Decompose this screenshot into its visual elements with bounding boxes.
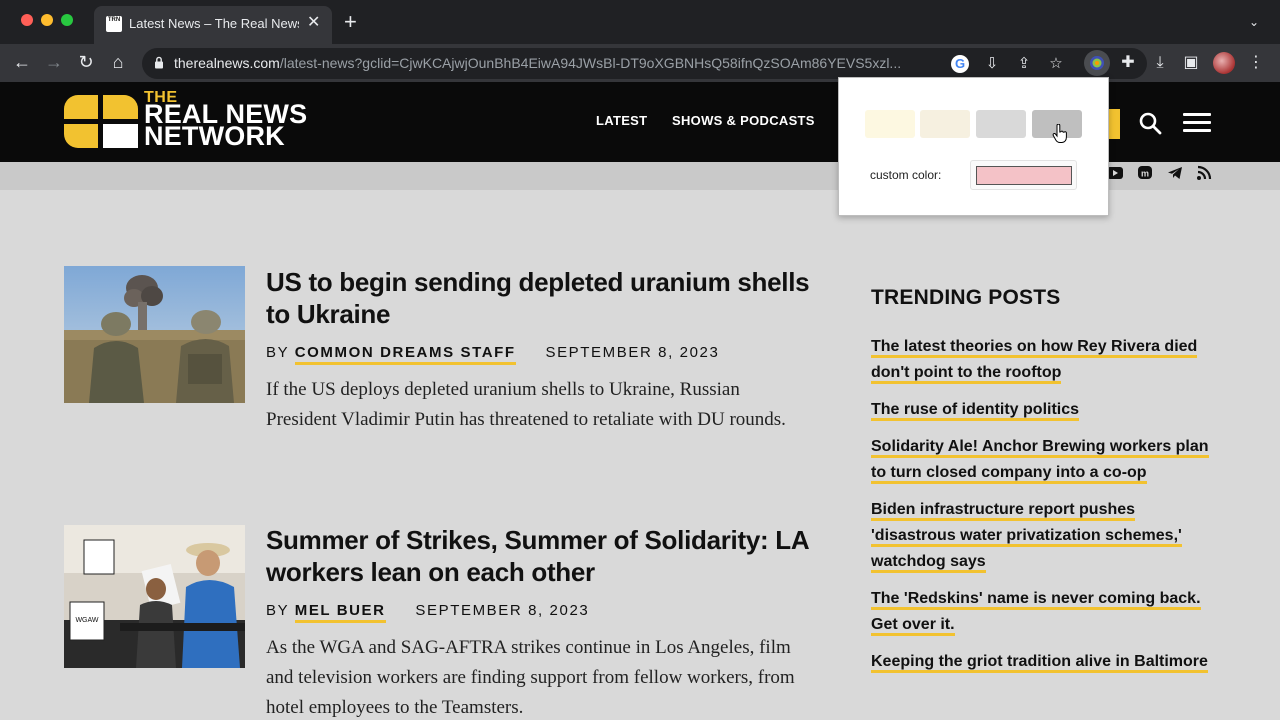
tab-favicon: TRN	[106, 16, 122, 32]
telegram-icon[interactable]	[1166, 165, 1184, 183]
svg-text:m: m	[1141, 169, 1149, 179]
mastodon-icon[interactable]: m	[1136, 165, 1154, 183]
article-author-link[interactable]: COMMON DREAMS STAFF	[294, 344, 516, 365]
hamburger-menu-icon[interactable]	[1183, 113, 1211, 133]
trnn-logo-mark[interactable]	[64, 95, 138, 148]
trending-posts-heading: TRENDING POSTS	[871, 286, 1061, 309]
rss-icon[interactable]	[1195, 165, 1213, 183]
article-thumbnail-strikers[interactable]: WGAW	[64, 525, 245, 668]
share-icon[interactable]: ⇪	[1015, 55, 1033, 73]
article-date: SEPTEMBER 8, 2023	[545, 344, 720, 361]
install-icon[interactable]: ⇩	[983, 55, 1001, 73]
window-zoom-button[interactable]	[61, 14, 73, 26]
article-excerpt: If the US deploys depleted uranium shell…	[266, 379, 786, 430]
article-author-link[interactable]: MEL BUER	[294, 602, 386, 623]
tab-title: Latest News – The Real News Network	[129, 16, 299, 31]
trending-item[interactable]: Biden infrastructure report pushes 'disa…	[871, 497, 1216, 575]
browser-tab-strip: TRN Latest News – The Real News Network …	[0, 0, 1280, 44]
back-icon[interactable]: ←	[11, 52, 33, 72]
window-minimize-button[interactable]	[41, 14, 53, 26]
reload-icon[interactable]: ↻	[75, 52, 97, 72]
svg-text:WGAW: WGAW	[75, 617, 98, 624]
window-close-button[interactable]	[21, 14, 33, 26]
trending-item[interactable]: The 'Redskins' name is never coming back…	[871, 586, 1216, 638]
profile-avatar[interactable]	[1213, 52, 1235, 74]
sidepanel-icon[interactable]: ▣	[1181, 53, 1201, 73]
tab-close-icon[interactable]: ✕	[307, 14, 320, 32]
google-icon[interactable]: G	[951, 55, 969, 73]
star-icon[interactable]: ☆	[1047, 55, 1065, 73]
url-text[interactable]: therealnews.com/latest-news?gclid=CjwKCA…	[174, 55, 944, 71]
nav-latest[interactable]: LATEST	[596, 113, 647, 128]
address-bar[interactable]: therealnews.com/latest-news?gclid=CjwKCA…	[142, 48, 1147, 79]
new-tab-button[interactable]: +	[344, 10, 357, 34]
custom-color-label: custom color:	[870, 168, 942, 182]
color-picker-popup: custom color:	[838, 77, 1109, 216]
trending-item[interactable]: Solidarity Ale! Anchor Brewing workers p…	[871, 434, 1216, 486]
article-thumbnail-soldiers[interactable]	[64, 266, 245, 403]
extension-colorpicker-icon[interactable]	[1084, 50, 1110, 76]
article-headline[interactable]: Summer of Strikes, Summer of Solidarity:…	[266, 524, 826, 588]
color-swatch-light-yellow[interactable]	[865, 110, 915, 138]
lock-icon[interactable]	[154, 56, 164, 69]
puzzle-icon[interactable]: ✚	[1118, 53, 1138, 73]
tab-search-icon[interactable]: ⌄	[1249, 15, 1259, 29]
logo-line-2[interactable]: NETWORK	[144, 123, 285, 150]
article-headline[interactable]: US to begin sending depleted uranium she…	[266, 266, 826, 330]
search-icon[interactable]	[1138, 111, 1162, 135]
trending-item[interactable]: The latest theories on how Rey Rivera di…	[871, 334, 1216, 386]
custom-color-preview[interactable]	[976, 166, 1072, 185]
article-date: SEPTEMBER 8, 2023	[415, 602, 590, 619]
byline-prefix: BY	[266, 344, 289, 361]
byline-prefix: BY	[266, 602, 289, 619]
color-swatch-light-gray[interactable]	[976, 110, 1026, 138]
article-byline: BY MEL BUER SEPTEMBER 8, 2023	[266, 602, 590, 623]
trending-item[interactable]: Keeping the griot tradition alive in Bal…	[871, 649, 1216, 675]
tab-latest-news[interactable]: TRN Latest News – The Real News Network …	[94, 6, 332, 44]
color-swatch-cream[interactable]	[920, 110, 970, 138]
trending-item[interactable]: The ruse of identity politics	[871, 397, 1216, 423]
download-icon[interactable]: ⤓	[1150, 53, 1170, 73]
home-icon[interactable]: ⌂	[107, 52, 129, 72]
article-byline: BY COMMON DREAMS STAFF SEPTEMBER 8, 2023	[266, 344, 720, 365]
article-excerpt: As the WGA and SAG-AFTRA strikes continu…	[266, 637, 795, 718]
forward-icon[interactable]: →	[43, 52, 65, 72]
nav-shows-podcasts[interactable]: SHOWS & PODCASTS	[672, 113, 815, 128]
donate-button[interactable]	[1109, 109, 1120, 139]
custom-color-input[interactable]	[970, 160, 1077, 190]
hand-pointer-cursor-icon	[1052, 124, 1067, 143]
kebab-menu-icon[interactable]: ⋮	[1246, 53, 1266, 73]
